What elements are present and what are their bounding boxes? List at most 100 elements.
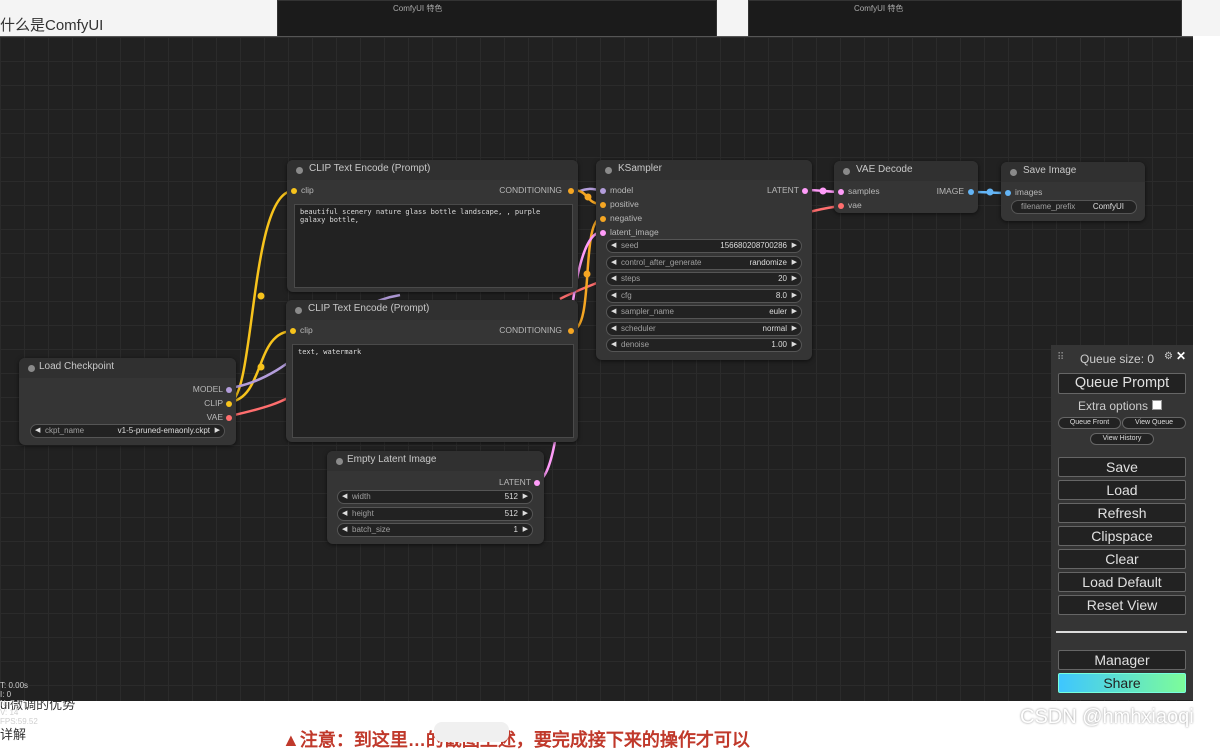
drag-handle-icon[interactable]: ⠿	[1057, 352, 1064, 363]
widget-steps[interactable]: ◀ steps 20 ▶	[606, 272, 802, 286]
increment-arrow-icon[interactable]: ▶	[792, 324, 797, 332]
decrement-arrow-icon[interactable]: ◀	[611, 291, 616, 299]
load-default-button[interactable]: Load Default	[1058, 572, 1186, 592]
widget-seed[interactable]: ◀ seed 156680208700286 ▶	[606, 239, 802, 253]
input-slot-icon[interactable]	[600, 188, 606, 194]
prompt-textarea[interactable]: beautiful scenery nature glass bottle la…	[294, 204, 573, 288]
input-slot-icon[interactable]	[838, 189, 844, 195]
reset-view-button[interactable]: Reset View	[1058, 595, 1186, 615]
collapse-dot-icon[interactable]	[28, 365, 35, 372]
node-title-bar[interactable]: Load Checkpoint	[19, 358, 236, 378]
widget-ckpt-name[interactable]: ◀ ckpt_name v1-5-pruned-emaonly.ckpt ▶	[30, 424, 225, 438]
widget-scheduler[interactable]: ◀ scheduler normal ▶	[606, 322, 802, 336]
widget-control-after-generate[interactable]: ◀ control_after_generate randomize ▶	[606, 256, 802, 270]
save-button[interactable]: Save	[1058, 457, 1186, 477]
increment-arrow-icon[interactable]: ▶	[792, 340, 797, 348]
input-slot-icon[interactable]	[600, 216, 606, 222]
input-slot-icon[interactable]	[838, 203, 844, 209]
input-label: images	[1015, 187, 1043, 197]
side-menu: ⠿ Queue size: 0 ⚙ ✕ Queue Prompt Extra o…	[1051, 345, 1193, 700]
decrement-arrow-icon[interactable]: ◀	[611, 340, 616, 348]
decrement-arrow-icon[interactable]: ◀	[611, 241, 616, 249]
decrement-arrow-icon[interactable]: ◀	[342, 509, 347, 517]
increment-arrow-icon[interactable]: ▶	[215, 426, 220, 434]
decrement-arrow-icon[interactable]: ◀	[342, 492, 347, 500]
widget-batch-size[interactable]: ◀ batch_size 1 ▶	[337, 523, 533, 537]
widget-value: ComfyUI	[1092, 202, 1124, 211]
refresh-button[interactable]: Refresh	[1058, 503, 1186, 523]
decrement-arrow-icon[interactable]: ◀	[611, 274, 616, 282]
view-queue-button[interactable]: View Queue	[1122, 417, 1186, 429]
increment-arrow-icon[interactable]: ▶	[792, 241, 797, 249]
node-clip-text-encode-positive[interactable]: CLIP Text Encode (Prompt) clip CONDITION…	[287, 160, 578, 292]
collapse-dot-icon[interactable]	[843, 168, 850, 175]
input-slot-icon[interactable]	[600, 202, 606, 208]
collapse-dot-icon[interactable]	[296, 167, 303, 174]
collapse-dot-icon[interactable]	[336, 458, 343, 465]
node-title-bar[interactable]: KSampler	[596, 160, 812, 180]
node-title-bar[interactable]: CLIP Text Encode (Prompt)	[287, 160, 578, 180]
node-empty-latent-image[interactable]: Empty Latent Image LATENT ◀ width 512 ▶ ◀ he…	[327, 451, 544, 544]
increment-arrow-icon[interactable]: ▶	[792, 291, 797, 299]
output-slot-icon[interactable]	[968, 189, 974, 195]
input-slot-icon[interactable]	[600, 230, 606, 236]
node-clip-text-encode-negative[interactable]: CLIP Text Encode (Prompt) clip CONDITION…	[286, 300, 578, 442]
collapse-dot-icon[interactable]	[1010, 169, 1017, 176]
queue-front-button[interactable]: Queue Front	[1058, 417, 1121, 429]
widget-sampler-name[interactable]: ◀ sampler_name euler ▶	[606, 305, 802, 319]
node-vae-decode[interactable]: VAE Decode samples vae IMAGE	[834, 161, 978, 213]
widget-denoise[interactable]: ◀ denoise 1.00 ▶	[606, 338, 802, 352]
collapse-dot-icon[interactable]	[295, 307, 302, 314]
close-icon[interactable]: ✕	[1176, 349, 1186, 363]
output-slot-icon[interactable]	[226, 401, 232, 407]
blog-note: ▲注意：到这里…的截图上述，要完成接下来的操作才可以	[282, 730, 750, 750]
node-title-bar[interactable]: VAE Decode	[834, 161, 978, 181]
extra-options-checkbox[interactable]	[1152, 400, 1162, 410]
widget-height[interactable]: ◀ height 512 ▶	[337, 507, 533, 521]
output-slot-icon[interactable]	[226, 415, 232, 421]
node-title-bar[interactable]: Empty Latent Image	[327, 451, 544, 471]
manager-button[interactable]: Manager	[1058, 650, 1186, 670]
input-slot-icon[interactable]	[1005, 190, 1011, 196]
graph-canvas[interactable]: CLIP Text Encode (Prompt) clip CONDITION…	[0, 36, 1193, 726]
increment-arrow-icon[interactable]: ▶	[523, 492, 528, 500]
decrement-arrow-icon[interactable]: ◀	[611, 324, 616, 332]
increment-arrow-icon[interactable]: ▶	[523, 509, 528, 517]
load-button[interactable]: Load	[1058, 480, 1186, 500]
clipspace-button[interactable]: Clipspace	[1058, 526, 1186, 546]
widget-filename-prefix[interactable]: filename_prefix ComfyUI	[1011, 200, 1137, 214]
prompt-textarea[interactable]: text, watermark	[292, 344, 574, 438]
queue-prompt-button[interactable]: Queue Prompt	[1058, 373, 1186, 394]
widget-width[interactable]: ◀ width 512 ▶	[337, 490, 533, 504]
increment-arrow-icon[interactable]: ▶	[523, 525, 528, 533]
decrement-arrow-icon[interactable]: ◀	[342, 525, 347, 533]
increment-arrow-icon[interactable]: ▶	[792, 307, 797, 315]
output-slot-icon[interactable]	[802, 188, 808, 194]
node-title-bar[interactable]: CLIP Text Encode (Prompt)	[286, 300, 578, 320]
input-slot-icon[interactable]	[290, 328, 296, 334]
output-slot-icon[interactable]	[568, 328, 574, 334]
node-save-image[interactable]: Save Image images filename_prefix ComfyUI	[1001, 162, 1145, 221]
output-slot-icon[interactable]	[534, 480, 540, 486]
output-slot-icon[interactable]	[568, 188, 574, 194]
clear-button[interactable]: Clear	[1058, 549, 1186, 569]
decrement-arrow-icon[interactable]: ◀	[611, 307, 616, 315]
output-label: MODEL	[192, 384, 223, 394]
node-ksampler[interactable]: KSampler model positive negative latent_…	[596, 160, 812, 360]
decrement-arrow-icon[interactable]: ◀	[611, 258, 616, 266]
node-title-bar[interactable]: Save Image	[1001, 162, 1145, 182]
increment-arrow-icon[interactable]: ▶	[792, 274, 797, 282]
output-label: IMAGE	[936, 186, 964, 196]
collapse-dot-icon[interactable]	[605, 167, 612, 174]
view-history-button[interactable]: View History	[1090, 433, 1154, 445]
settings-gear-icon[interactable]: ⚙	[1164, 351, 1173, 362]
decrement-arrow-icon[interactable]: ◀	[35, 426, 40, 434]
increment-arrow-icon[interactable]: ▶	[792, 258, 797, 266]
share-button[interactable]: Share	[1058, 673, 1186, 693]
node-load-checkpoint[interactable]: Load Checkpoint MODEL CLIP VAE ◀ ckpt_nam…	[19, 358, 236, 445]
widget-cfg[interactable]: ◀ cfg 8.0 ▶	[606, 289, 802, 303]
input-slot-icon[interactable]	[291, 188, 297, 194]
output-label: CONDITIONING	[499, 325, 562, 335]
widget-value: 512	[504, 509, 518, 518]
output-slot-icon[interactable]	[226, 387, 232, 393]
